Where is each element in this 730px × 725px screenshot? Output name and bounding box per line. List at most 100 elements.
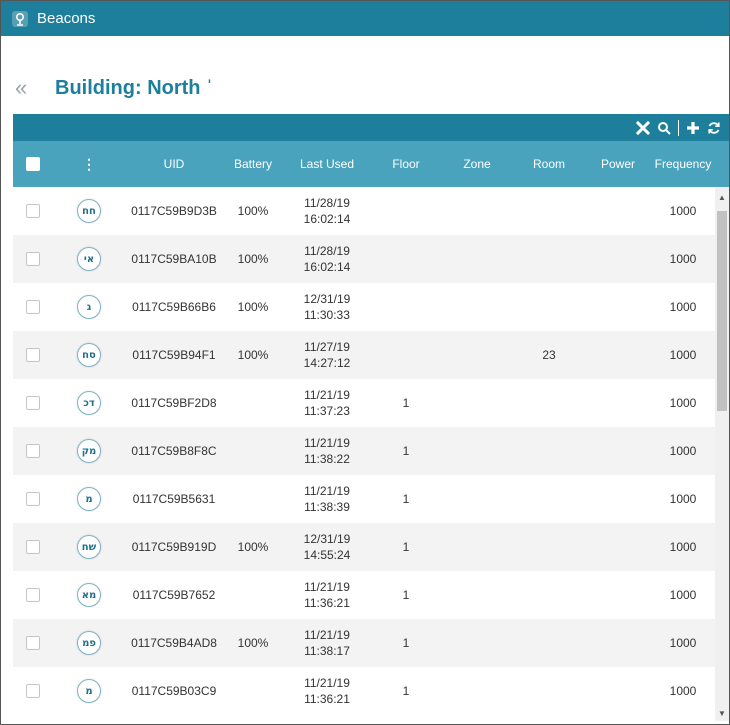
row-checkbox[interactable] — [26, 252, 40, 266]
select-all-cell — [13, 141, 53, 187]
last-used-date: 11/21/19 — [304, 484, 350, 498]
column-header-floor[interactable]: Floor — [371, 141, 441, 187]
floor-cell: 1 — [402, 684, 410, 698]
beacon-badge: ג — [77, 295, 101, 319]
column-header-last-used[interactable]: Last Used — [283, 141, 371, 187]
uid-cell: 0117C59B9D3B — [131, 204, 217, 218]
last-used-cell: 11/28/19 16:02:14 — [283, 235, 371, 283]
column-header-power[interactable]: Power — [585, 141, 651, 187]
column-header-frequency[interactable]: Frequency — [651, 141, 715, 187]
select-all-checkbox[interactable] — [26, 157, 40, 171]
battery-cell — [223, 667, 283, 715]
floor-cell: 1 — [402, 444, 410, 458]
scrollbar-thumb[interactable] — [717, 211, 727, 411]
table-row[interactable]: דכ 0117C59BF2D8 11/21/19 11:37:23 1 1000 — [13, 379, 715, 427]
table-row[interactable]: מק 0117C59B8F8C 11/21/19 11:38:22 1 1000 — [13, 427, 715, 475]
row-checkbox[interactable] — [26, 540, 40, 554]
table-row[interactable]: מא 0117C59B7652 11/21/19 11:36:21 1 1000 — [13, 571, 715, 619]
search-icon[interactable] — [654, 114, 674, 141]
floor-cell: 1 — [402, 588, 410, 602]
beacon-icon — [11, 10, 29, 28]
column-header-battery[interactable]: Battery — [223, 141, 283, 187]
power-cell — [585, 379, 651, 427]
frequency-cell: 1000 — [669, 540, 697, 554]
table-row[interactable]: חח 0117C59B9D3B 100% 11/28/19 16:02:14 10… — [13, 187, 715, 235]
page-title: Building: North ˈ — [55, 76, 213, 99]
room-cell — [513, 475, 585, 523]
row-check-cell — [13, 283, 53, 331]
table-row[interactable]: מ 0117C59B03C9 11/21/19 11:36:21 1 1000 — [13, 667, 715, 715]
table-row[interactable]: שח 0117C59B919D 100% 12/31/19 14:55:24 1 … — [13, 523, 715, 571]
add-icon[interactable] — [683, 114, 703, 141]
beacon-badge: מ — [77, 487, 101, 511]
badge-cell: אי — [53, 235, 125, 283]
uid-cell: 0117C59B5631 — [132, 492, 216, 506]
uid-cell: 0117C59B94F1 — [132, 348, 216, 362]
battery-cell: 100% — [237, 204, 269, 218]
row-check-cell — [13, 427, 53, 475]
last-used-cell: 11/21/19 11:38:39 — [283, 475, 371, 523]
scroll-up-icon[interactable]: ▲ — [715, 191, 729, 203]
room-cell — [513, 523, 585, 571]
row-checkbox[interactable] — [26, 396, 40, 410]
badge-cell: שח — [53, 523, 125, 571]
table-row[interactable]: סח 0117C59B94F1 100% 11/27/19 14:27:12 23… — [13, 331, 715, 379]
floor-cell: 1 — [402, 636, 410, 650]
battery-cell — [223, 379, 283, 427]
table-row[interactable]: אי 0117C59BA10B 100% 11/28/19 16:02:14 10… — [13, 235, 715, 283]
power-cell — [585, 235, 651, 283]
last-used-cell: 11/21/19 11:38:22 — [283, 427, 371, 475]
power-cell — [585, 523, 651, 571]
frequency-cell: 1000 — [669, 252, 697, 266]
uid-cell: 0117C59BF2D8 — [131, 396, 217, 410]
zone-cell — [441, 283, 513, 331]
refresh-icon[interactable] — [703, 114, 725, 141]
last-used-date: 11/27/19 — [304, 340, 350, 354]
scroll-down-icon[interactable]: ▼ — [715, 707, 729, 719]
row-checkbox[interactable] — [26, 588, 40, 602]
last-used-cell: 11/27/19 14:27:12 — [283, 331, 371, 379]
last-used-time: 11:36:21 — [304, 692, 350, 706]
last-used-time: 14:27:12 — [303, 356, 351, 370]
table-row[interactable]: ג 0117C59B66B6 100% 12/31/19 11:30:33 100… — [13, 283, 715, 331]
room-cell: 23 — [542, 348, 556, 362]
row-check-cell — [13, 475, 53, 523]
beacon-badge: דכ — [77, 391, 101, 415]
row-checkbox[interactable] — [26, 300, 40, 314]
room-cell — [513, 427, 585, 475]
close-icon[interactable] — [632, 114, 654, 141]
badge-cell: מ — [53, 667, 125, 715]
table-row[interactable]: פמ 0117C59B4AD8 100% 11/21/19 11:38:17 1 … — [13, 619, 715, 667]
column-header-room[interactable]: Room — [513, 141, 585, 187]
frequency-cell: 1000 — [669, 636, 697, 650]
floor-cell — [371, 187, 441, 235]
uid-cell: 0117C59B919D — [131, 540, 217, 554]
double-chevron-left-icon[interactable]: « — [15, 75, 37, 101]
column-header-zone[interactable]: Zone — [441, 141, 513, 187]
row-checkbox[interactable] — [26, 636, 40, 650]
power-cell — [585, 571, 651, 619]
column-header-uid[interactable]: UID — [125, 141, 223, 187]
table-row[interactable]: מ 0117C59B5631 11/21/19 11:38:39 1 1000 — [13, 475, 715, 523]
row-check-cell — [13, 523, 53, 571]
row-checkbox[interactable] — [26, 444, 40, 458]
power-cell — [585, 475, 651, 523]
floor-cell — [371, 331, 441, 379]
vertical-scrollbar[interactable]: ▲ ▼ — [715, 187, 729, 721]
row-checkbox[interactable] — [26, 492, 40, 506]
last-used-time: 11:36:21 — [304, 596, 350, 610]
row-checkbox[interactable] — [26, 204, 40, 218]
power-cell — [585, 331, 651, 379]
power-cell — [585, 667, 651, 715]
kebab-menu-icon[interactable]: ⋮ — [82, 156, 96, 173]
zone-cell — [441, 379, 513, 427]
last-used-date: 11/21/19 — [304, 580, 350, 594]
row-check-cell — [13, 187, 53, 235]
floor-cell: 1 — [402, 540, 410, 554]
row-checkbox[interactable] — [26, 348, 40, 362]
zone-cell — [441, 331, 513, 379]
row-checkbox[interactable] — [26, 684, 40, 698]
power-cell — [585, 283, 651, 331]
badge-cell: פמ — [53, 619, 125, 667]
power-cell — [585, 187, 651, 235]
